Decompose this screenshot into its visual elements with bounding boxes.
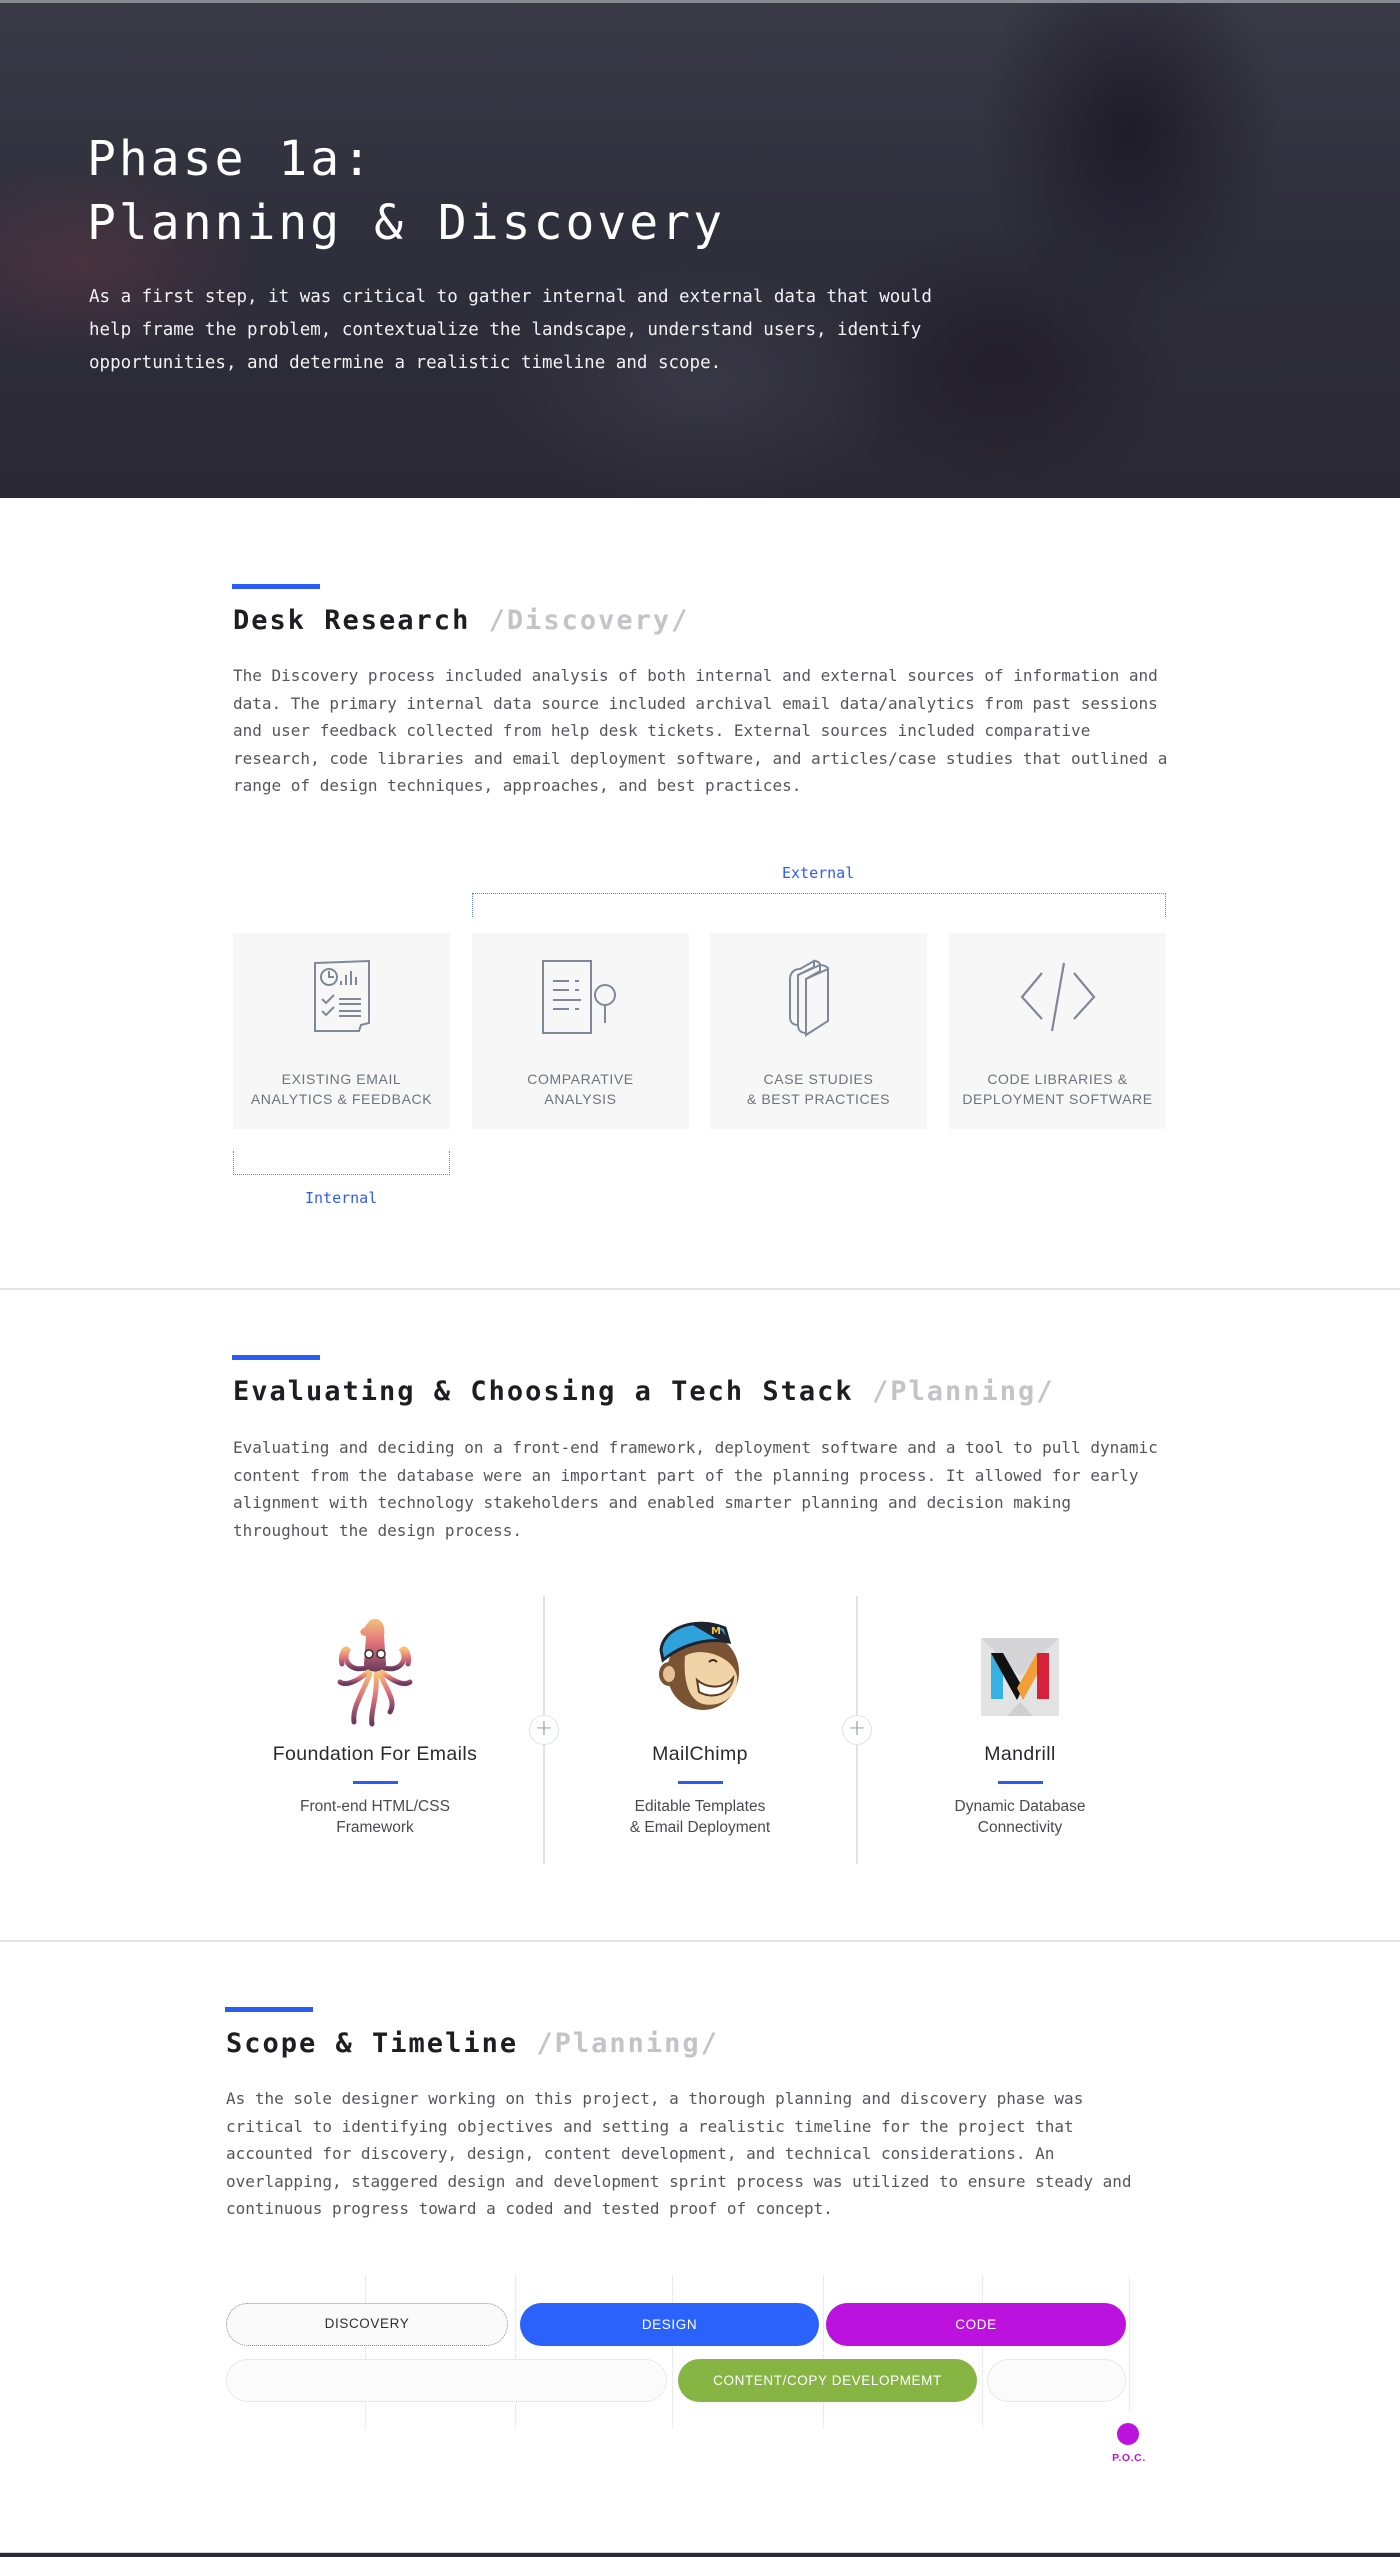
section-accent-bar: [232, 584, 320, 589]
phase-empty-slot: [226, 2359, 667, 2402]
document-magnifier-icon: [541, 960, 616, 1034]
report-checklist-icon: [313, 959, 370, 1032]
section-tag: /Planning/: [871, 1376, 1055, 1407]
hero-title: Phase 1a: Planning & Discovery: [87, 127, 725, 255]
timeline-gridline: [1129, 2276, 1130, 2411]
tool-description: Dynamic Database Connectivity: [954, 1798, 1086, 1836]
tool-underline: [678, 1781, 723, 1784]
source-card-label: EXISTING EMAIL ANALYTICS & FEEDBACK: [250, 1071, 433, 1107]
section-body-text: The Discovery process included analysis …: [233, 666, 1168, 795]
section-body-text: As the sole designer working on this pro…: [226, 2089, 1132, 2218]
mailchimp-logo: M: [659, 1621, 739, 1710]
phase-discovery: DISCOVERY: [226, 2303, 508, 2346]
section-title-text: Scope & Timeline: [226, 2028, 519, 2059]
external-label: External: [782, 864, 855, 882]
source-card: COMPARATIVE ANALYSIS: [472, 933, 689, 1129]
plus-icon: +: [842, 1715, 872, 1745]
section-accent-bar: [225, 2007, 313, 2012]
source-card: CODE LIBRARIES & DEPLOYMENT SOFTWARE: [949, 933, 1166, 1129]
hero-banner: Phase 1a: Planning & Discovery As a firs…: [0, 0, 1400, 498]
section-tag: /Planning/: [536, 2028, 719, 2059]
timeline-gridline: [515, 2276, 516, 2428]
tool-column: M MailChimp Editable Templates & Email D…: [550, 1596, 850, 1864]
poc-milestone-dot: [1117, 2423, 1139, 2445]
hero-title-line2: Planning & Discovery: [87, 195, 725, 251]
mandrill-logo: [981, 1638, 1059, 1716]
internal-label: Internal: [305, 1189, 378, 1207]
section-accent-bar: [232, 1355, 320, 1360]
tool-underline: [998, 1781, 1043, 1784]
timeline-gridline: [365, 2276, 366, 2428]
foundation-squid-logo: [337, 1618, 413, 1727]
phase-empty-slot: [987, 2359, 1126, 2402]
source-card-label: COMPARATIVE ANALYSIS: [527, 1071, 634, 1107]
footer-edge: [0, 2552, 1400, 2557]
section-divider: [0, 1288, 1400, 1290]
tool-underline: [353, 1781, 398, 1784]
source-card-label: CASE STUDIES & BEST PRACTICES: [746, 1071, 891, 1107]
timeline-gridline: [823, 2276, 824, 2428]
tool-column: Foundation For Emails Front-end HTML/CSS…: [225, 1596, 525, 1864]
tool-description: Editable Templates & Email Deployment: [629, 1798, 771, 1836]
section-title: Scope & Timeline /Planning/: [226, 2028, 719, 2059]
section-body-text: Evaluating and deciding on a front-end f…: [233, 1438, 1158, 1540]
section-title: Evaluating & Choosing a Tech Stack /Plan…: [233, 1376, 1055, 1407]
books-icon: [788, 959, 829, 1037]
svg-text:M: M: [711, 1626, 721, 1637]
section-title-text: Evaluating & Choosing a Tech Stack: [233, 1376, 854, 1407]
source-card: EXISTING EMAIL ANALYTICS & FEEDBACK: [233, 933, 450, 1129]
section-title-text: Desk Research: [233, 605, 471, 636]
code-icon: [1020, 962, 1095, 1032]
phase-code: CODE: [826, 2303, 1126, 2346]
tool-description: Front-end HTML/CSS Framework: [300, 1798, 450, 1836]
phase-content-development: CONTENT/COPY DEVELOPMEMT: [678, 2359, 977, 2402]
external-bracket: [472, 893, 1166, 917]
section-divider: [0, 1940, 1400, 1942]
tool-name: Foundation For Emails: [272, 1743, 478, 1765]
source-card: CASE STUDIES & BEST PRACTICES: [710, 933, 927, 1129]
tool-name: MailChimp: [652, 1743, 748, 1765]
poc-milestone-label: P.O.C.: [1112, 2452, 1146, 2464]
timeline-gridline: [982, 2276, 983, 2428]
tool-name: Mandrill: [984, 1743, 1056, 1765]
hero-intro-text: As a first step, it was critical to gath…: [89, 287, 932, 373]
section-tag: /Discovery/: [488, 605, 690, 636]
timeline-gridline: [672, 2276, 673, 2428]
phase-design: DESIGN: [520, 2303, 819, 2346]
tool-column: Mandrill Dynamic Database Connectivity: [870, 1596, 1170, 1864]
internal-bracket: [233, 1151, 450, 1175]
hero-title-line1: Phase 1a:: [87, 131, 375, 187]
section-title: Desk Research /Discovery/: [233, 605, 689, 636]
source-card-label: CODE LIBRARIES & DEPLOYMENT SOFTWARE: [962, 1071, 1153, 1107]
